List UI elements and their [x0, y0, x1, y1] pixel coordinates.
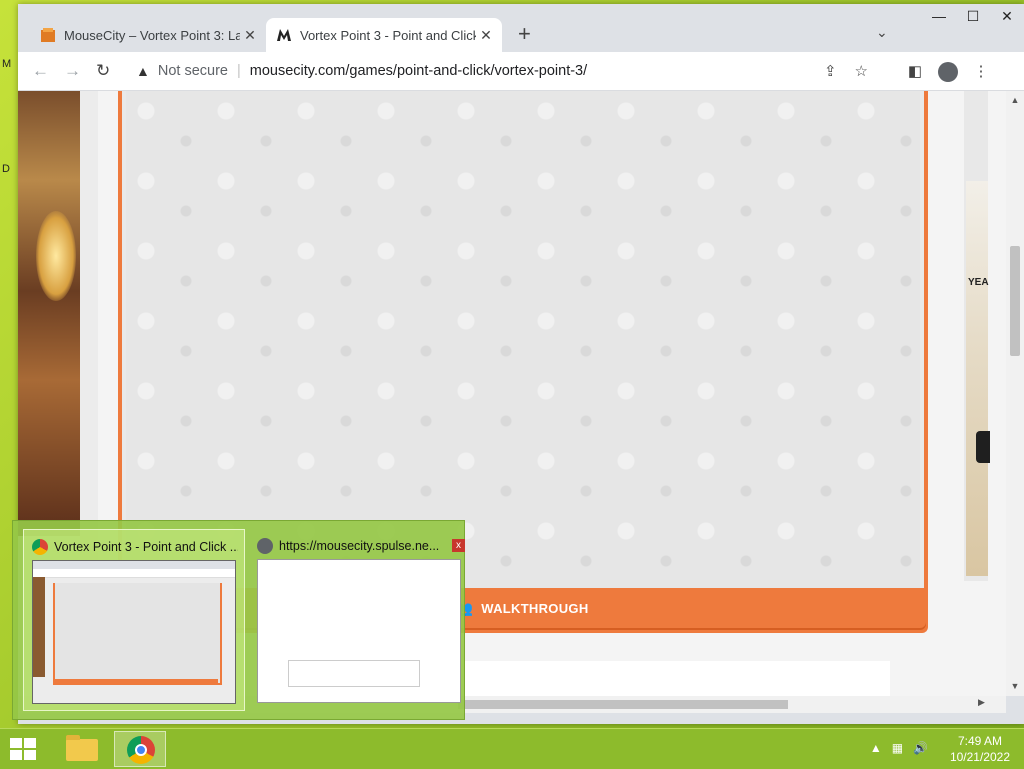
- cube-favicon-icon: [41, 28, 55, 42]
- artwork-glow: [36, 211, 76, 301]
- security-label[interactable]: Not secure: [158, 63, 228, 79]
- preview-item-spulse[interactable]: https://mousecity.spulse.ne... x: [249, 529, 471, 711]
- toolbar-right-icons: ◧ ⋮: [906, 62, 990, 82]
- ad-text: YEA: [968, 277, 989, 288]
- tab-title: Vortex Point 3 - Point and Click g: [300, 27, 476, 43]
- close-tab-icon[interactable]: ✕: [476, 27, 496, 44]
- network-icon[interactable]: ▦: [892, 741, 903, 755]
- new-tab-button[interactable]: +: [518, 22, 531, 46]
- close-preview-icon[interactable]: x: [452, 539, 465, 552]
- preview-item-vortex[interactable]: Vortex Point 3 - Point and Click ...: [23, 529, 245, 711]
- minimize-button[interactable]: —: [922, 6, 956, 28]
- tab-title: MouseCity – Vortex Point 3: Lake: [64, 27, 240, 43]
- close-tab-icon[interactable]: ✕: [240, 27, 260, 44]
- preview-title: https://mousecity.spulse.ne...: [279, 539, 440, 553]
- vertical-scroll-thumb[interactable]: [1010, 246, 1020, 356]
- clock-date: 10/21/2022: [949, 750, 1010, 764]
- preview-thumbnail[interactable]: [32, 560, 236, 704]
- right-advertisement[interactable]: YEA: [966, 181, 990, 576]
- window-controls: — ☐ ✕: [922, 6, 1024, 28]
- horizontal-scroll-thumb[interactable]: [458, 700, 788, 709]
- system-clock[interactable]: 7:49 AM 10/21/2022: [950, 733, 1010, 765]
- mini-dialog-box: [288, 660, 420, 687]
- windows-taskbar: ▲ ▦ 🔊 7:49 AM 10/21/2022: [0, 728, 1024, 769]
- preview-title: Vortex Point 3 - Point and Click ...: [54, 540, 238, 554]
- bookmark-star-icon[interactable]: ☆: [855, 62, 868, 80]
- vertical-scrollbar[interactable]: ▲ ▼: [1006, 91, 1024, 696]
- volume-icon[interactable]: 🔊: [913, 741, 928, 755]
- tab-search-chevron-icon[interactable]: ⌄: [876, 24, 888, 41]
- share-icon[interactable]: ⇪: [824, 62, 837, 80]
- left-game-artwork[interactable]: [18, 91, 80, 536]
- chrome-icon: [127, 736, 155, 764]
- mini-walkthrough-bar: [53, 679, 218, 685]
- warning-triangle-icon[interactable]: ▲: [136, 63, 150, 79]
- clock-time: 7:49 AM: [957, 734, 1002, 748]
- tab-mousecity-lake[interactable]: MouseCity – Vortex Point 3: Lake ✕: [30, 18, 266, 52]
- file-explorer-taskbar-button[interactable]: [56, 731, 108, 767]
- mini-left-artwork: [33, 577, 45, 677]
- address-separator: |: [236, 63, 241, 79]
- ad-dark-tab: [976, 431, 990, 463]
- globe-icon: [257, 538, 273, 554]
- mini-game-frame: [53, 583, 222, 685]
- profile-avatar-icon[interactable]: [938, 62, 958, 82]
- url-text[interactable]: mousecity.com/games/point-and-click/vort…: [250, 63, 587, 79]
- chrome-icon: [32, 539, 48, 555]
- preview-header: Vortex Point 3 - Point and Click ...: [32, 539, 238, 555]
- menu-kebab-icon[interactable]: ⋮: [972, 63, 990, 81]
- browser-toolbar: ← → ↻ ▲ Not secure | mousecity.com/games…: [18, 52, 1024, 91]
- scroll-down-arrow-icon[interactable]: ▼: [1006, 681, 1024, 691]
- walkthrough-label: WALKTHROUGH: [481, 600, 589, 616]
- side-panel-icon[interactable]: ◧: [906, 63, 924, 81]
- scroll-up-arrow-icon[interactable]: ▲: [1006, 95, 1024, 105]
- scroll-right-arrow-icon[interactable]: ▶: [978, 697, 985, 708]
- tab-strip: MouseCity – Vortex Point 3: Lake ✕ Vorte…: [18, 4, 1024, 52]
- tab-vortex-point-3[interactable]: Vortex Point 3 - Point and Click g ✕: [266, 18, 502, 52]
- windows-start-icon[interactable]: [10, 738, 38, 760]
- folder-icon: [66, 735, 98, 761]
- reload-icon[interactable]: ↻: [96, 61, 110, 81]
- mini-tab-strip: [33, 561, 235, 569]
- mousecity-logo-icon: [277, 29, 291, 41]
- mini-address-bar: [33, 569, 235, 578]
- show-hidden-icons-chevron-icon[interactable]: ▲: [870, 741, 882, 755]
- maximize-button[interactable]: ☐: [956, 6, 990, 28]
- address-bar[interactable]: ▲ Not secure | mousecity.com/games/point…: [128, 56, 868, 86]
- preview-thumbnail[interactable]: [257, 559, 461, 703]
- forward-arrow-icon[interactable]: →: [64, 61, 81, 81]
- taskbar-thumbnail-preview: Vortex Point 3 - Point and Click ... htt…: [12, 520, 465, 720]
- preview-header: https://mousecity.spulse.ne...: [257, 538, 463, 554]
- back-arrow-icon[interactable]: ←: [32, 61, 49, 81]
- omnibox-actions: ⇪ ☆: [824, 62, 868, 80]
- system-tray: ▲ ▦ 🔊: [870, 741, 928, 755]
- chrome-taskbar-button[interactable]: [114, 731, 166, 767]
- close-window-button[interactable]: ✕: [990, 6, 1024, 28]
